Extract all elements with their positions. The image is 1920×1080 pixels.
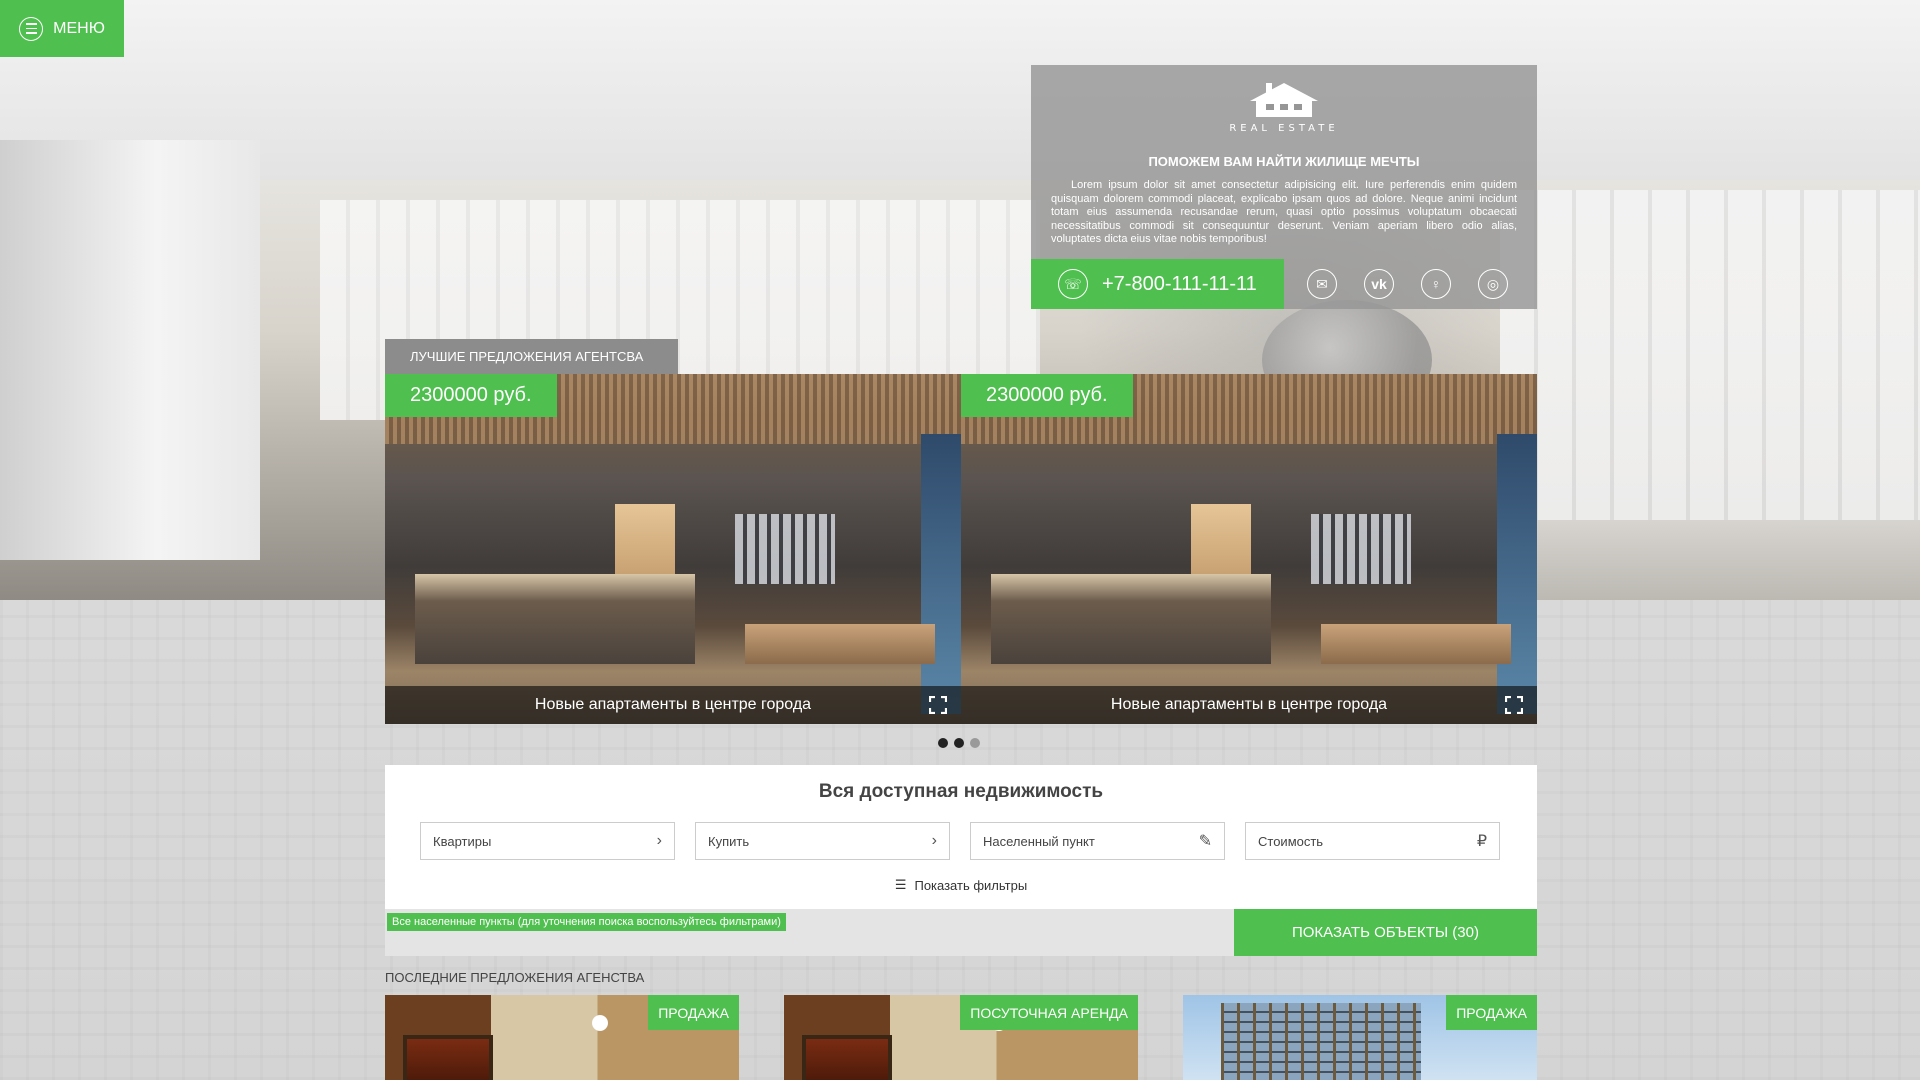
ruble-icon: ₽ [1476, 833, 1487, 850]
room-ceiling [0, 0, 1920, 180]
search-panel: Вся доступная недвижимость Квартиры › Ку… [385, 765, 1537, 909]
latest-offer-card[interactable]: ПОСУТОЧНАЯ АРЕНДА [784, 995, 1138, 1080]
slide-caption-text: Новые апартаменты в центре города [1110, 696, 1388, 713]
search-results-bar: Все населенные пункты (для уточнения пои… [385, 909, 1537, 956]
phone-button[interactable]: ☏ +7-800-111-11-11 [1031, 259, 1284, 309]
search-title: Вся доступная недвижимость [818, 781, 1104, 802]
price-tag: 2300000 руб. [961, 374, 1133, 417]
slider-dots [938, 738, 980, 748]
card-photo-detail [403, 1035, 493, 1080]
slider-dot-active[interactable] [954, 738, 964, 748]
card-photo-detail [1221, 1003, 1421, 1080]
price-tag: 2300000 руб. [385, 374, 557, 417]
card-badge: ПРОДАЖА [648, 995, 739, 1030]
best-offers-label: ЛУЧШИЕ ПРЕДЛОЖЕНИЯ АГЕНТСВА [385, 339, 678, 374]
house-logo-icon [1250, 83, 1318, 117]
list-icon: ☰ [894, 877, 907, 892]
menu-button[interactable]: МЕНЮ [0, 0, 124, 57]
room-window-left [0, 140, 260, 560]
slide-window [921, 434, 961, 714]
slide-wall-art [735, 514, 835, 584]
phone-icon: ☏ [1058, 269, 1088, 299]
slider-dot[interactable] [938, 738, 948, 748]
vk-icon[interactable]: vk [1364, 269, 1394, 299]
room-window-right [1500, 190, 1920, 570]
chevron-right-icon: › [931, 832, 937, 849]
price-select[interactable]: Стоимость ₽ [1245, 822, 1500, 860]
offer-slide[interactable]: 2300000 руб. Новые апартаменты в центре … [385, 374, 961, 724]
slide-table [745, 624, 935, 664]
chevron-right-icon: › [656, 832, 662, 849]
social-links: ✉ vk ♀ ◎ [1307, 269, 1508, 299]
expand-icon[interactable] [929, 696, 947, 714]
slide-counter [415, 574, 695, 664]
show-filters-label: Показать фильтры [914, 877, 1028, 893]
deal-type-select[interactable]: Купить › [695, 822, 950, 860]
card-badge: ПОСУТОЧНАЯ АРЕНДА [960, 995, 1138, 1030]
instagram-icon[interactable]: ◎ [1478, 269, 1508, 299]
edit-icon: ✎ [1198, 833, 1212, 850]
show-filters-link[interactable]: ☰ Показать фильтры [385, 877, 1537, 893]
slide-counter [991, 574, 1271, 664]
odnoklassniki-icon[interactable]: ♀ [1421, 269, 1451, 299]
filter-label: Купить [708, 833, 750, 849]
info-panel: REAL ESTATE ПОМОЖЕМ ВАМ НАЙТИ ЖИЛИЩЕ МЕЧ… [1031, 65, 1537, 309]
property-type-select[interactable]: Квартиры › [420, 822, 675, 860]
logo: REAL ESTATE [1031, 79, 1537, 134]
slide-caption: Новые апартаменты в центре города [385, 686, 961, 724]
filter-label: Населенный пункт [983, 833, 1095, 849]
logo-text: REAL ESTATE [1229, 123, 1339, 134]
filter-label: Стоимость [1258, 833, 1324, 849]
latest-offer-card[interactable]: ПРОДАЖА [385, 995, 739, 1080]
info-text: Lorem ipsum dolor sit amet consectetur a… [1051, 179, 1517, 245]
menu-label: МЕНЮ [53, 19, 105, 37]
filters-row: Квартиры › Купить › Населенный пункт ✎ С… [420, 822, 1500, 860]
phone-number: +7-800-111-11-11 [1102, 272, 1257, 295]
show-objects-button[interactable]: ПОКАЗАТЬ ОБЪЕКТЫ (30) [1234, 909, 1537, 956]
slide-table [1321, 624, 1511, 664]
slide-window [1497, 434, 1537, 714]
card-photo-detail [802, 1035, 892, 1080]
filter-label: Квартиры [433, 833, 492, 849]
menu-icon [19, 16, 44, 41]
offer-slide[interactable]: 2300000 руб. Новые апартаменты в центре … [961, 374, 1537, 724]
expand-icon[interactable] [1505, 696, 1523, 714]
locality-select[interactable]: Населенный пункт ✎ [970, 822, 1225, 860]
locality-hint: Все населенные пункты (для уточнения пои… [387, 913, 786, 931]
slide-caption-text: Новые апартаменты в центре города [534, 696, 812, 713]
card-badge: ПРОДАЖА [1446, 995, 1537, 1030]
info-title: ПОМОЖЕМ ВАМ НАЙТИ ЖИЛИЩЕ МЕЧТЫ [1148, 154, 1420, 169]
best-offers-slider: 2300000 руб. Новые апартаменты в центре … [385, 374, 1537, 724]
slider-dot[interactable] [970, 738, 980, 748]
latest-offers-label: ПОСЛЕДНИЕ ПРЕДЛОЖЕНИЯ АГЕНСТВА [385, 970, 645, 985]
slide-caption: Новые апартаменты в центре города [961, 686, 1537, 724]
latest-offer-card[interactable]: ПРОДАЖА [1183, 995, 1537, 1080]
slide-wall-art [1311, 514, 1411, 584]
mail-icon[interactable]: ✉ [1307, 269, 1337, 299]
sofa [1480, 520, 1920, 600]
